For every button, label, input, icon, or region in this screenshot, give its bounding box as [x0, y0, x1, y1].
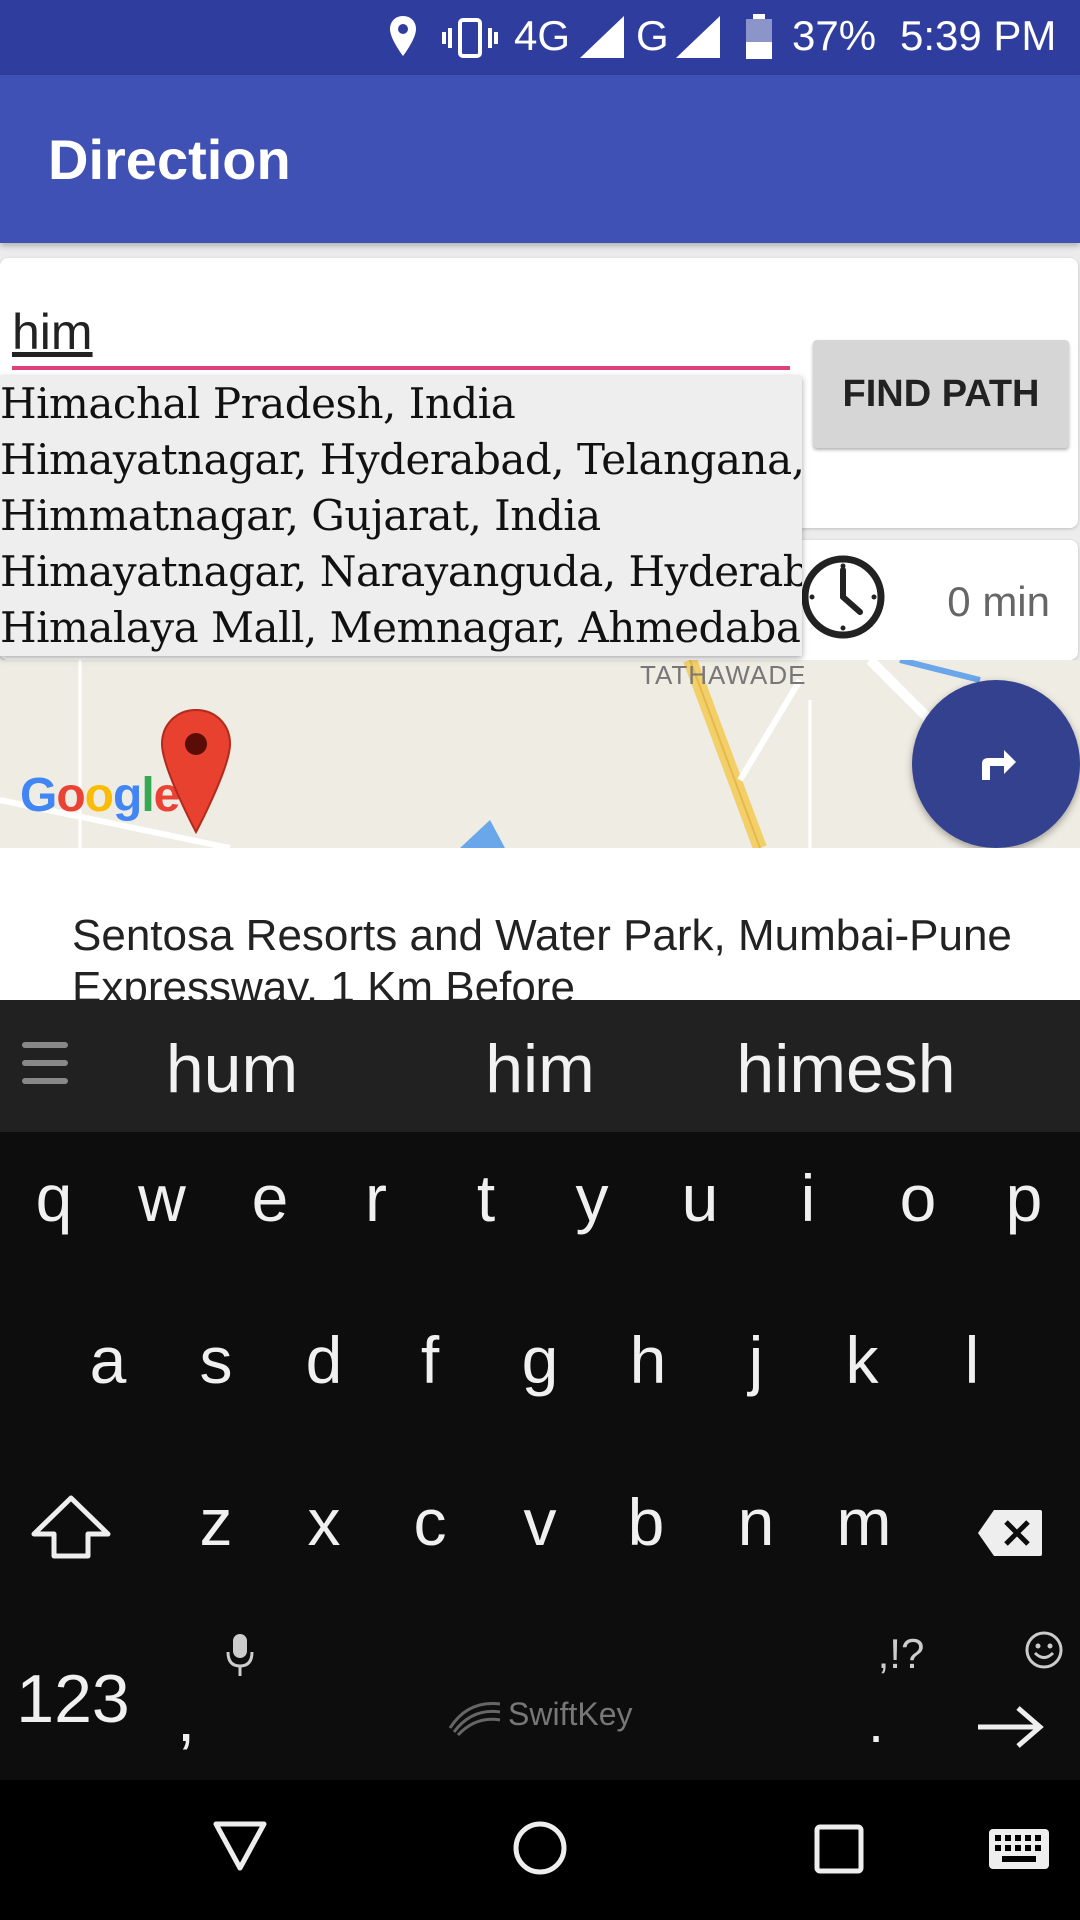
key-d[interactable]: d [274, 1322, 374, 1398]
key-b[interactable]: b [596, 1484, 696, 1560]
key-v[interactable]: v [490, 1484, 590, 1560]
prediction-item[interactable]: hum [82, 1030, 382, 1108]
autocomplete-dropdown: Himachal Pradesh, India Himayatnagar, Hy… [0, 376, 802, 656]
clock-icon [801, 555, 885, 639]
key-a[interactable]: a [58, 1322, 158, 1398]
period-key[interactable]: . [856, 1690, 896, 1755]
travel-time-value: 0 min [947, 578, 1050, 625]
key-p[interactable]: p [974, 1160, 1074, 1236]
map-area-label: TATHAWADE [640, 660, 807, 690]
search-input[interactable] [12, 292, 792, 372]
key-h[interactable]: h [598, 1322, 698, 1398]
status-bar: 4G G 37% 5:39 PM [0, 0, 1080, 75]
google-logo-letter: g [113, 769, 142, 822]
enter-arrow-icon[interactable] [976, 1704, 1044, 1750]
prediction-item[interactable]: him [390, 1030, 690, 1108]
key-n[interactable]: n [706, 1484, 806, 1560]
recents-icon[interactable] [814, 1824, 864, 1874]
comma-key[interactable]: , [156, 1680, 216, 1756]
google-logo-letter: l [141, 769, 154, 822]
clock-time: 5:39 PM [900, 12, 1057, 59]
google-logo-letter: o [84, 769, 114, 822]
turn-right-icon [982, 750, 1016, 780]
keyboard-switch-icon[interactable] [988, 1828, 1050, 1870]
key-s[interactable]: s [166, 1322, 266, 1398]
suggestion-item[interactable]: Himmatnagar, Gujarat, India [0, 488, 802, 544]
key-j[interactable]: j [706, 1322, 806, 1398]
keyboard-menu-icon[interactable] [22, 1040, 70, 1086]
network-label: 4G [514, 12, 571, 59]
directions-button[interactable] [912, 680, 1080, 848]
suggestion-item[interactable]: Himachal Pradesh, India [0, 376, 802, 432]
key-i[interactable]: i [758, 1160, 858, 1236]
battery-icon [746, 14, 772, 59]
navigation-bar [0, 1780, 1080, 1920]
key-z[interactable]: z [166, 1484, 266, 1560]
key-q[interactable]: q [4, 1160, 104, 1236]
suggestion-item[interactable]: Himayatnagar, Narayanguda, Hyderaba [0, 544, 802, 600]
key-u[interactable]: u [650, 1160, 750, 1236]
key-t[interactable]: t [436, 1160, 536, 1236]
back-icon[interactable] [212, 1820, 268, 1872]
key-c[interactable]: c [380, 1484, 480, 1560]
backspace-icon[interactable] [976, 1508, 1044, 1558]
key-r[interactable]: r [326, 1160, 426, 1236]
key-l[interactable]: l [922, 1322, 1022, 1398]
swiftkey-logo: SwiftKey [508, 1696, 633, 1732]
battery-percent: 37% [792, 12, 877, 59]
page-title: Direction [48, 128, 291, 191]
map-pin-icon[interactable] [160, 708, 232, 834]
key-w[interactable]: w [112, 1160, 212, 1236]
app-bar: Direction [0, 75, 1080, 243]
spacebar[interactable]: SwiftKey [300, 1680, 820, 1750]
google-logo-letter: G [20, 769, 57, 822]
punctuation-key[interactable]: ,!? [856, 1630, 946, 1678]
shift-icon[interactable] [30, 1494, 112, 1560]
signal-icon [580, 16, 624, 58]
emoji-icon[interactable] [1024, 1630, 1064, 1670]
key-y[interactable]: y [542, 1160, 642, 1236]
key-f[interactable]: f [380, 1322, 480, 1398]
destination-address: Sentosa Resorts and Water Park, Mumbai-P… [72, 911, 1012, 1000]
location-icon [390, 16, 416, 56]
microphone-icon[interactable] [224, 1632, 256, 1678]
key-m[interactable]: m [814, 1484, 914, 1560]
numbers-key[interactable]: 123 [8, 1660, 138, 1738]
key-o[interactable]: o [868, 1160, 968, 1236]
signal-icon-2 [676, 16, 720, 58]
result-card: Sentosa Resorts and Water Park, Mumbai-P… [0, 848, 1080, 1000]
key-k[interactable]: k [812, 1322, 912, 1398]
key-x[interactable]: x [274, 1484, 374, 1560]
search-input-underline [12, 366, 790, 370]
find-path-button[interactable]: FIND PATH [813, 340, 1069, 448]
suggestion-item[interactable]: Himayatnagar, Hyderabad, Telangana, I [0, 432, 802, 488]
key-g[interactable]: g [490, 1322, 590, 1398]
vibrate-icon [442, 18, 498, 58]
home-icon[interactable] [512, 1820, 568, 1876]
google-logo: Google [20, 768, 180, 823]
google-logo-letter: o [56, 769, 85, 822]
swiftkey-wave-icon [448, 1702, 501, 1736]
prediction-item[interactable]: himesh [696, 1030, 996, 1108]
key-e[interactable]: e [220, 1160, 320, 1236]
suggestion-item[interactable]: Himalaya Mall, Memnagar, Ahmedabad [0, 600, 802, 656]
carrier-label: G [636, 12, 669, 59]
